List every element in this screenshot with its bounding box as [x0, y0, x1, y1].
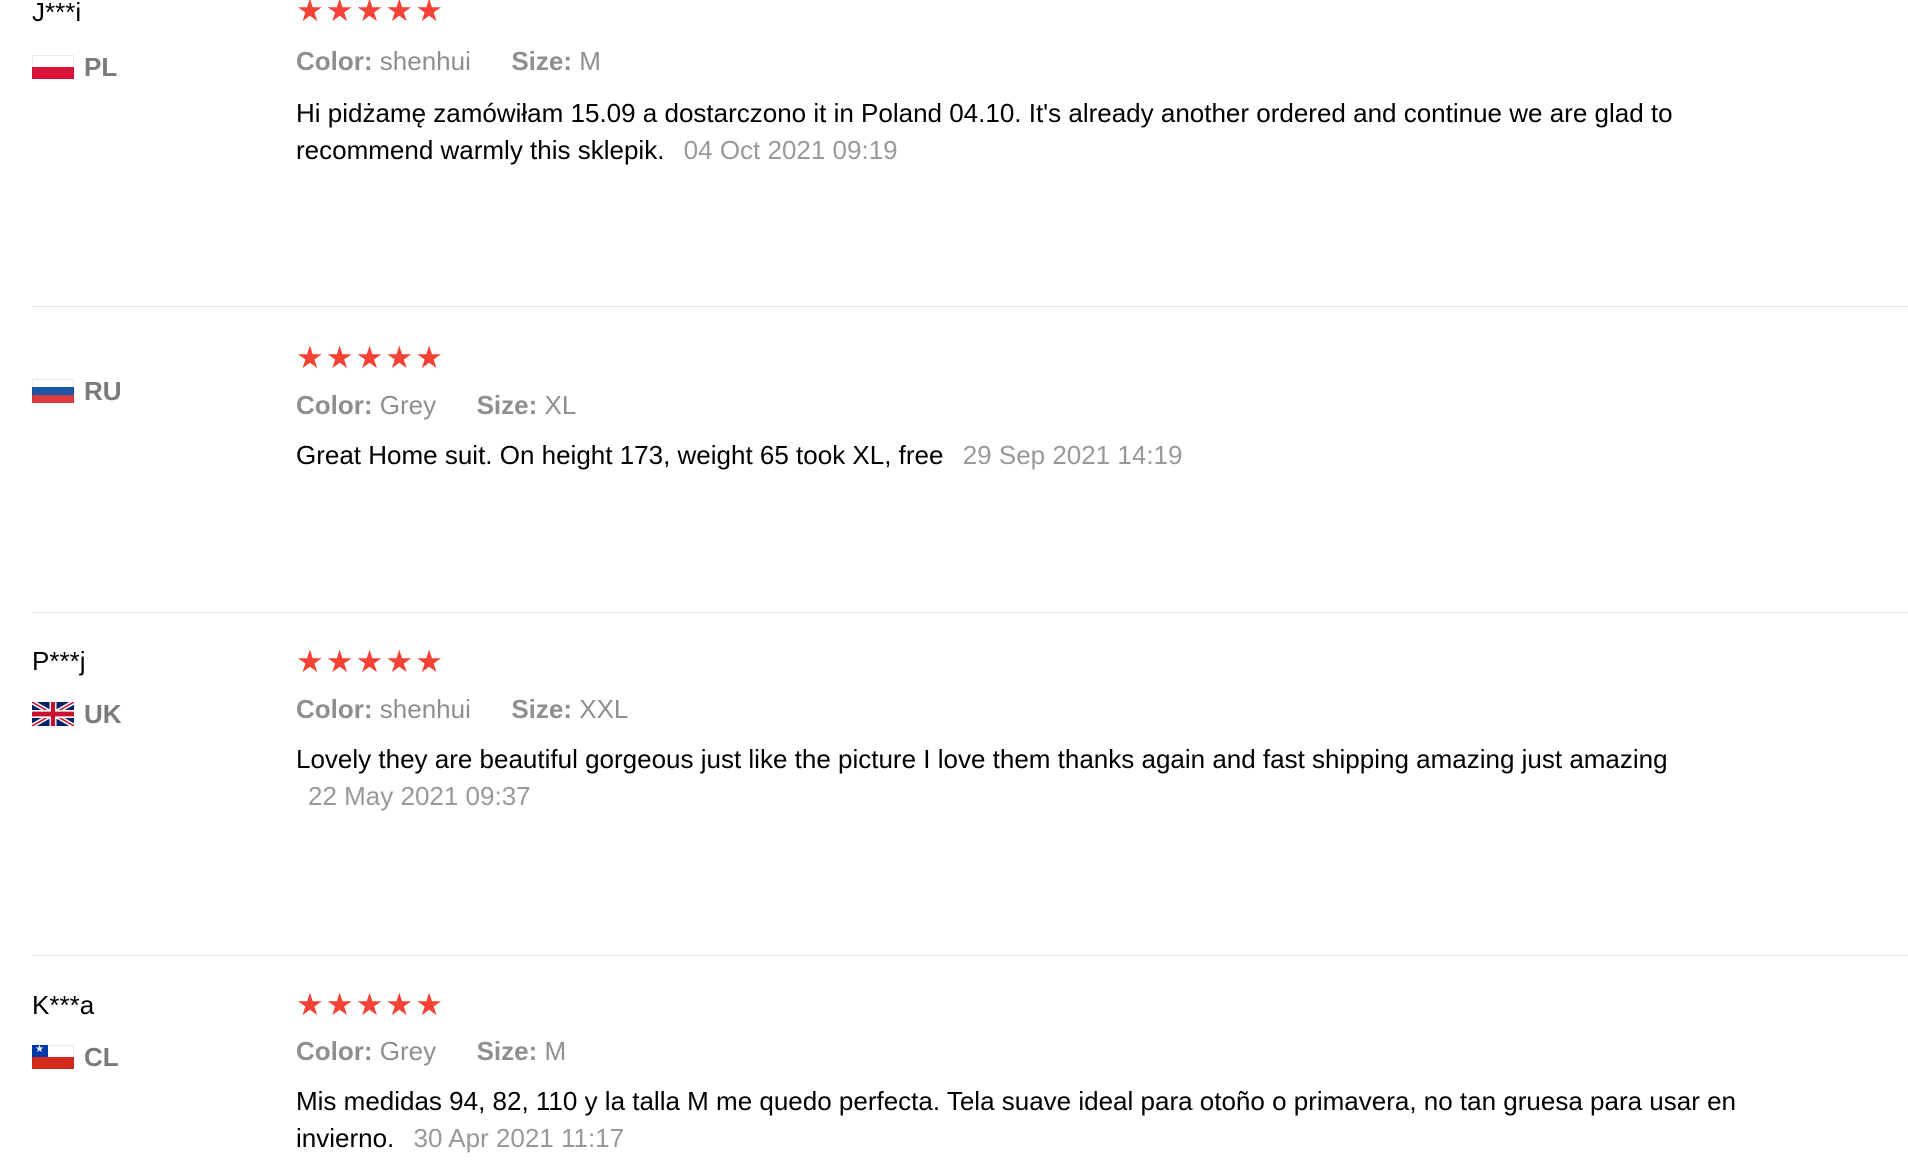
review-divider — [32, 306, 1908, 307]
star-icon: ★ — [385, 0, 414, 29]
reviewer-country: RU — [32, 374, 122, 408]
star-rating: ★ ★ ★ ★ ★ — [296, 0, 443, 28]
reviewer-name: K***a — [32, 990, 95, 1020]
star-icon: ★ — [355, 644, 384, 680]
star-icon: ★ — [296, 644, 324, 680]
size-label: Size: — [476, 390, 538, 420]
size-value: M — [579, 46, 601, 76]
review-list: J***i PL ★ ★ ★ ★ ★ Color: shenhui Size: … — [0, 0, 1908, 1163]
color-value: shenhui — [379, 46, 471, 76]
color-value: Grey — [379, 1036, 437, 1066]
color-label: Color: — [296, 694, 373, 724]
review-item: RU ★ ★ ★ ★ ★ Color: Grey Size: XL Great … — [0, 306, 1908, 612]
star-icon: ★ — [355, 987, 384, 1023]
chile-flag-icon — [32, 1045, 74, 1069]
size-label: Size: — [476, 1036, 538, 1066]
product-sku-info: Color: Grey Size: M — [296, 1034, 566, 1068]
review-date: 29 Sep 2021 14:19 — [962, 440, 1183, 470]
reviewer-country: PL — [32, 50, 117, 84]
size-label: Size: — [511, 694, 573, 724]
review-divider — [32, 612, 1908, 613]
review-content: Great Home suit. On height 173, weight 6… — [296, 437, 1816, 474]
star-icon: ★ — [415, 0, 443, 29]
review-item: J***i PL ★ ★ ★ ★ ★ Color: shenhui Size: … — [0, 0, 1908, 288]
star-rating: ★ ★ ★ ★ ★ — [296, 341, 443, 375]
review-date: 22 May 2021 09:37 — [308, 781, 531, 811]
country-code: CL — [84, 1042, 119, 1072]
review-content: Lovely they are beautiful gorgeous just … — [296, 741, 1816, 815]
star-icon: ★ — [325, 0, 354, 29]
country-code: UK — [84, 699, 122, 729]
star-icon: ★ — [296, 340, 324, 376]
reviewer-country: CL — [32, 1040, 119, 1074]
star-rating: ★ ★ ★ ★ ★ — [296, 988, 443, 1022]
star-icon: ★ — [385, 987, 414, 1023]
uk-flag-icon — [32, 702, 74, 726]
size-value: XXL — [579, 694, 629, 724]
star-icon: ★ — [355, 0, 384, 29]
color-label: Color: — [296, 1036, 373, 1066]
review-date: 30 Apr 2021 11:17 — [413, 1123, 625, 1153]
uk-flag-graphic — [32, 702, 74, 726]
color-value: Grey — [379, 390, 437, 420]
review-divider — [32, 955, 1908, 956]
review-item: K***a CL ★ ★ ★ ★ ★ Color: Grey Size: M M… — [0, 955, 1908, 1163]
size-value: M — [544, 1036, 567, 1066]
size-label: Size: — [511, 46, 573, 76]
review-text: Hi pidżamę zamówiłam 15.09 a dostarczono… — [296, 98, 1673, 165]
star-icon: ★ — [296, 0, 324, 29]
review-date: 04 Oct 2021 09:19 — [683, 135, 898, 165]
product-sku-info: Color: shenhui Size: M — [296, 44, 601, 78]
color-label: Color: — [296, 46, 373, 76]
russia-flag-icon — [32, 379, 74, 403]
review-text: Great Home suit. On height 173, weight 6… — [296, 440, 944, 470]
star-icon: ★ — [415, 987, 443, 1023]
star-rating: ★ ★ ★ ★ ★ — [296, 645, 443, 679]
review-content: Hi pidżamę zamówiłam 15.09 a dostarczono… — [296, 95, 1816, 169]
poland-flag-icon — [32, 55, 74, 79]
star-icon: ★ — [415, 340, 443, 376]
product-sku-info: Color: Grey Size: XL — [296, 388, 576, 422]
review-item: P***j UK ★ ★ ★ ★ ★ Color: shenhui Size: … — [0, 612, 1908, 918]
color-value: shenhui — [379, 694, 471, 724]
size-value: XL — [544, 390, 577, 420]
star-icon: ★ — [325, 340, 354, 376]
review-content: Mis medidas 94, 82, 110 y la talla M me … — [296, 1083, 1816, 1157]
reviewer-country: UK — [32, 697, 122, 731]
star-icon: ★ — [296, 987, 324, 1023]
star-icon: ★ — [415, 644, 443, 680]
star-icon: ★ — [355, 340, 384, 376]
star-icon: ★ — [385, 644, 414, 680]
color-label: Color: — [296, 390, 373, 420]
star-icon: ★ — [325, 644, 354, 680]
product-sku-info: Color: shenhui Size: XXL — [296, 692, 628, 726]
review-text: Lovely they are beautiful gorgeous just … — [296, 744, 1668, 774]
reviewer-name: J***i — [32, 0, 82, 27]
country-code: RU — [84, 376, 122, 406]
star-icon: ★ — [385, 340, 414, 376]
star-icon: ★ — [325, 987, 354, 1023]
reviewer-name: P***j — [32, 646, 86, 676]
country-code: PL — [84, 52, 118, 82]
